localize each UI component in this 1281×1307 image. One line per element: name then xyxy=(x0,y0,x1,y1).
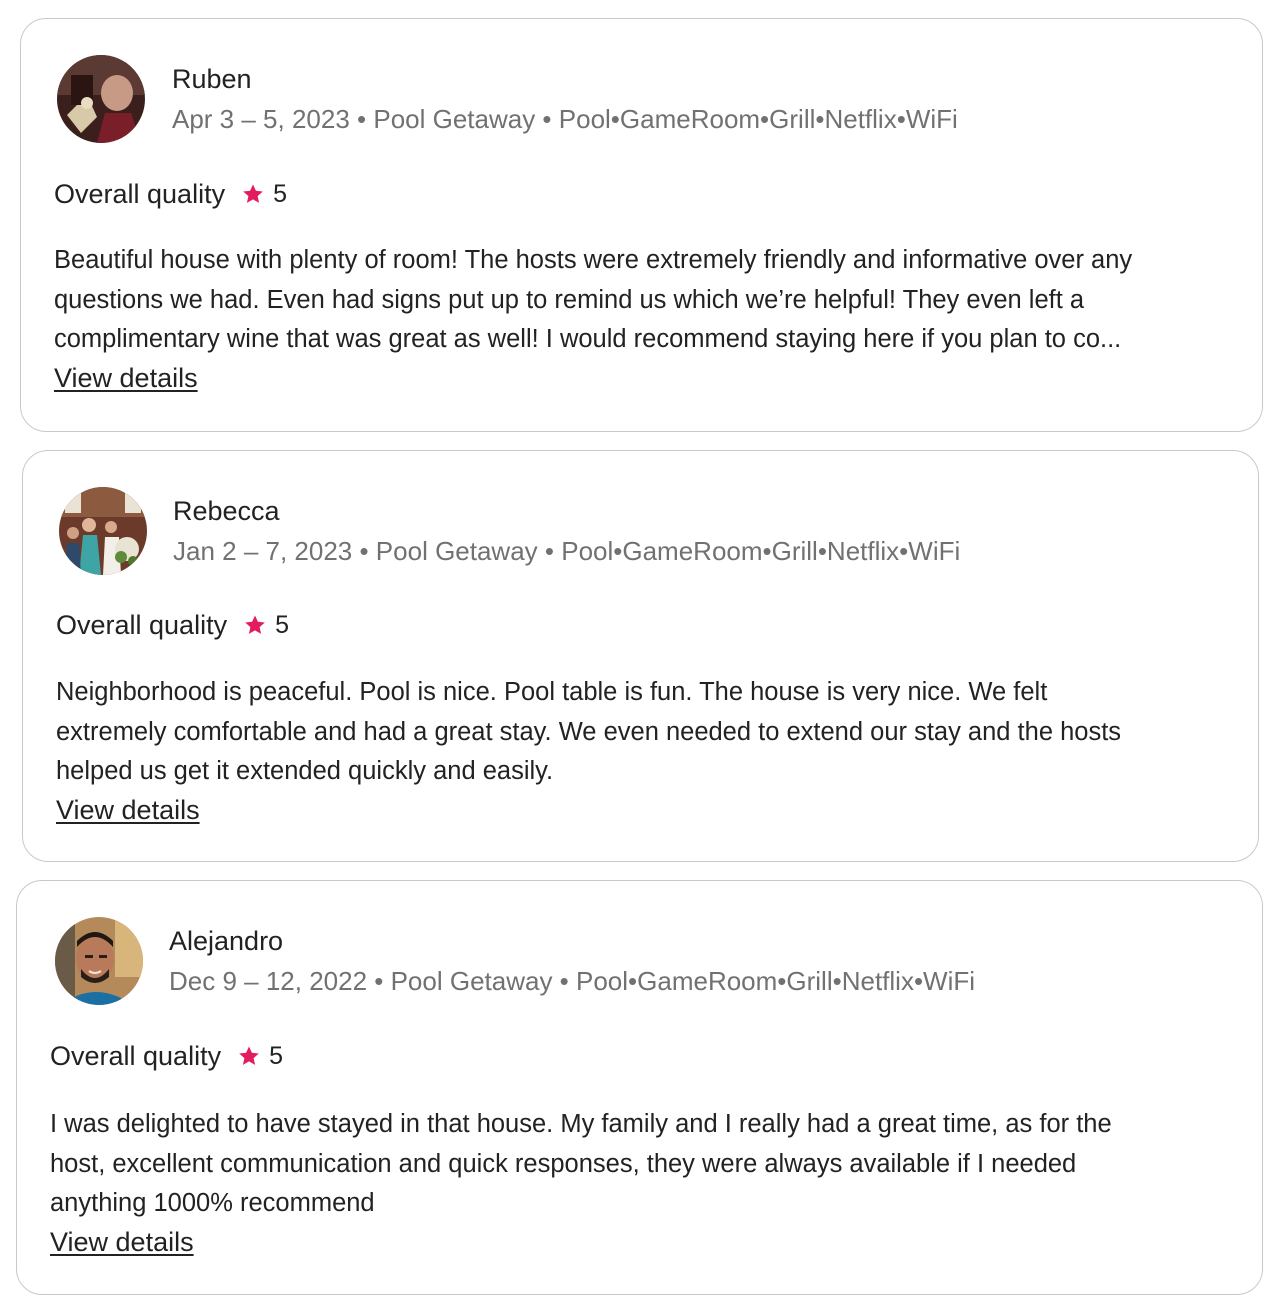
review-text-line: helped us get it extended quickly and ea… xyxy=(56,757,554,785)
star-icon xyxy=(241,182,265,206)
avatar[interactable] xyxy=(57,55,145,143)
review-card: Rebecca Jan 2 – 7, 2023 • Pool Getaway •… xyxy=(22,450,1259,862)
rating-value: 5 xyxy=(275,611,289,639)
view-details-link[interactable]: View details xyxy=(54,362,198,394)
star-icon xyxy=(237,1044,261,1068)
avatar[interactable] xyxy=(59,487,147,575)
rating-row: Overall quality 5 xyxy=(50,1040,283,1072)
rating-value: 5 xyxy=(269,1042,283,1070)
view-details-link[interactable]: View details xyxy=(50,1226,194,1258)
reviewer-name: Alejandro xyxy=(169,926,284,956)
review-text: Neighborhood is peaceful. Pool is nice. … xyxy=(56,673,1246,792)
rating-value: 5 xyxy=(273,180,287,208)
star-icon xyxy=(243,613,267,637)
review-text-line: anything 1000% recommend xyxy=(50,1189,375,1217)
rating-label: Overall quality xyxy=(56,610,228,640)
review-text-line: host, excellent communication and quick … xyxy=(50,1149,1077,1178)
review-text-line: Neighborhood is peaceful. Pool is nice. … xyxy=(56,678,1048,706)
review-text-line: questions we had. Even had signs put up … xyxy=(54,285,1085,314)
review-card: Alejandro Dec 9 – 12, 2022 • Pool Getawa… xyxy=(16,880,1263,1295)
avatar[interactable] xyxy=(55,917,143,1005)
avatar-photo-icon xyxy=(55,917,143,1005)
reviewer-name: Ruben xyxy=(172,64,252,94)
review-text-line: Beautiful house with plenty of room! The… xyxy=(54,246,1133,274)
avatar-photo-icon xyxy=(59,487,147,575)
rating-row: Overall quality 5 xyxy=(56,609,289,641)
review-card: Ruben Apr 3 – 5, 2023 • Pool Getaway • P… xyxy=(20,18,1263,432)
reviewer-name: Rebecca xyxy=(173,496,280,526)
review-text-line: complimentary wine that was great as wel… xyxy=(54,325,1122,353)
stay-meta: Jan 2 – 7, 2023 • Pool Getaway • Pool•Ga… xyxy=(173,536,961,566)
rating-label: Overall quality xyxy=(50,1041,222,1071)
rating-row: Overall quality 5 xyxy=(54,178,287,210)
rating-label: Overall quality xyxy=(54,179,226,209)
review-text-line: I was delighted to have stayed in that h… xyxy=(50,1110,1112,1138)
review-text: Beautiful house with plenty of room! The… xyxy=(54,241,1244,360)
review-text-line: extremely comfortable and had a great st… xyxy=(56,717,1122,746)
review-text: I was delighted to have stayed in that h… xyxy=(50,1105,1240,1224)
avatar-photo-icon xyxy=(57,55,145,143)
view-details-link[interactable]: View details xyxy=(56,794,200,826)
stay-meta: Apr 3 – 5, 2023 • Pool Getaway • Pool•Ga… xyxy=(172,104,958,134)
stay-meta: Dec 9 – 12, 2022 • Pool Getaway • Pool•G… xyxy=(169,966,976,996)
